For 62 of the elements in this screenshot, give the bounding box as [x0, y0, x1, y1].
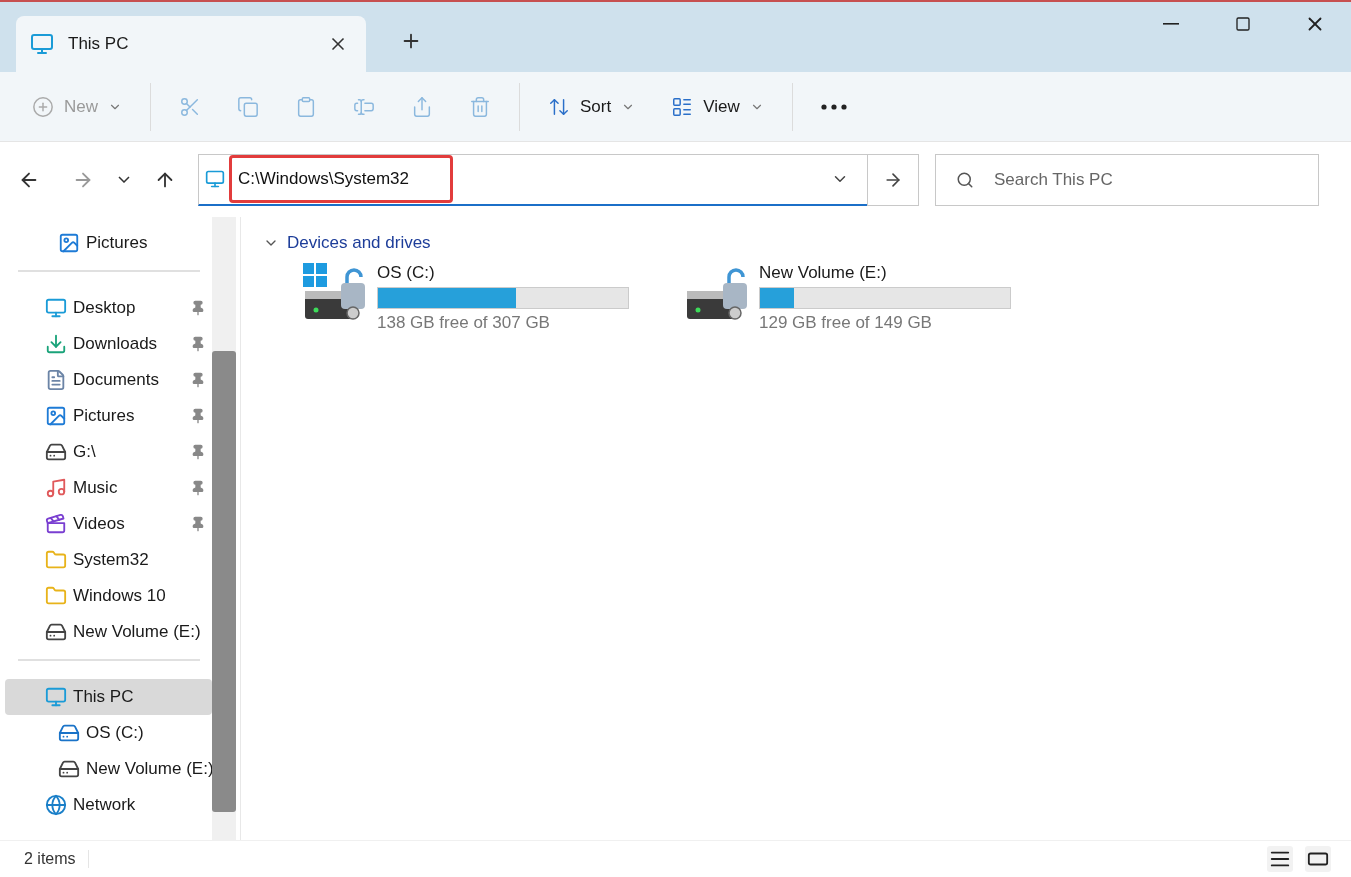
picture-icon [45, 405, 67, 427]
sidebar-item[interactable]: OS (C:) [5, 715, 212, 751]
drive-name: OS (C:) [377, 263, 436, 283]
search-field[interactable]: Search This PC [935, 153, 1319, 206]
clipboard-icon [295, 95, 317, 118]
minimize-icon [1163, 23, 1179, 25]
sort-button[interactable]: Sort [534, 84, 650, 129]
search-icon [956, 170, 974, 189]
sidebar-item[interactable]: Pictures [5, 225, 212, 261]
maximize-icon [1235, 16, 1251, 32]
picture-icon [58, 232, 80, 254]
share-icon [411, 95, 433, 118]
drive-tile[interactable]: New Volume (E:) 129 GB free of 149 GB [685, 263, 1011, 333]
details-view-button[interactable] [1267, 846, 1293, 872]
monitor-icon [45, 686, 67, 708]
monitor-icon [30, 32, 54, 56]
sidebar-item[interactable]: Documents [5, 362, 212, 398]
list-icon [671, 95, 694, 118]
music-icon [45, 477, 67, 499]
monitor-icon [205, 169, 225, 189]
sidebar-item[interactable]: Network [5, 787, 212, 823]
tab[interactable]: This PC [16, 16, 366, 72]
sidebar-item[interactable]: New Volume (E:) [5, 614, 212, 650]
document-icon [45, 369, 67, 391]
scrollbar[interactable] [212, 217, 236, 840]
scissors-icon [179, 95, 201, 118]
sidebar-item[interactable]: Videos [5, 506, 212, 542]
globe-icon [45, 794, 67, 816]
chevron-down-icon [118, 176, 130, 183]
drive-icon [58, 758, 80, 780]
drive-icon [45, 441, 67, 463]
drive-icon [45, 621, 67, 643]
drive-name: New Volume (E:) [759, 263, 888, 283]
copy-icon [237, 95, 259, 118]
sidebar-item[interactable]: Music [5, 470, 212, 506]
sidebar-item[interactable]: New Volume (E:) [5, 751, 212, 787]
sidebar-item[interactable]: Windows 10 [5, 578, 212, 614]
sidebar-item[interactable]: Downloads [5, 326, 212, 362]
tab-title: This PC [68, 34, 130, 54]
go-button[interactable] [867, 153, 919, 206]
sidebar-item[interactable]: Pictures [5, 398, 212, 434]
more-icon [820, 103, 847, 110]
download-icon [45, 333, 67, 355]
capacity-text: 138 GB free of 307 GB [377, 313, 551, 333]
item-count: 2 items [24, 850, 89, 868]
desktop-icon [45, 297, 67, 319]
plus-circle-icon [32, 95, 54, 118]
folder-icon [45, 585, 67, 607]
address-field[interactable]: C:\Windows\System32 [229, 155, 453, 203]
video-icon [45, 513, 67, 535]
drive-tile[interactable]: OS (C:) 138 GB free of 307 GB [303, 263, 629, 333]
drive-icon [58, 722, 80, 744]
view-button[interactable]: View [657, 84, 778, 129]
sidebar-item[interactable]: This PC [5, 679, 212, 715]
sidebar-item[interactable]: System32 [5, 542, 212, 578]
tiles-view-button[interactable] [1305, 846, 1331, 872]
capacity-text: 129 GB free of 149 GB [759, 313, 933, 333]
sidebar-item[interactable]: Desktop [5, 290, 212, 326]
trash-icon [469, 95, 491, 118]
group-header[interactable]: Devices and drives [253, 233, 431, 253]
folder-icon [45, 549, 67, 571]
sidebar-item[interactable]: G:\ [5, 434, 212, 470]
